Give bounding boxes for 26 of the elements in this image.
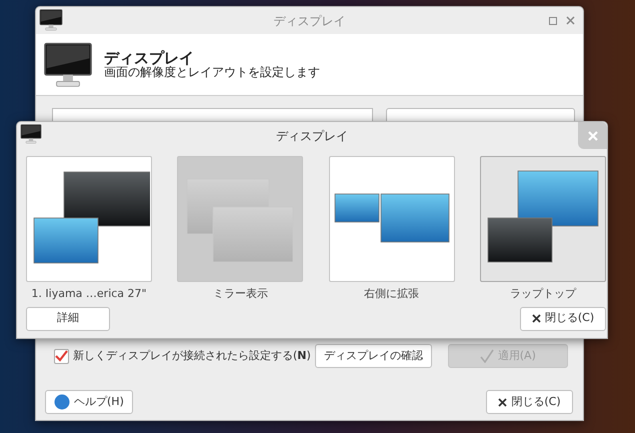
close-icon	[588, 130, 598, 140]
option-label: 1. Iiyama …erica 27"	[31, 286, 147, 302]
header-subtitle: 画面の解像度とレイアウトを設定します	[104, 66, 320, 79]
option-label: ラップトップ	[510, 286, 576, 302]
close-icon[interactable]	[566, 16, 575, 25]
checkbox[interactable]	[54, 348, 69, 364]
maximize-icon[interactable]	[549, 17, 557, 25]
help-button[interactable]: ヘルプ(H)	[45, 390, 133, 414]
monitor-icon	[39, 9, 63, 31]
close-button[interactable]: 閉じる(C)	[520, 306, 606, 330]
close-icon	[498, 398, 508, 406]
close-icon	[532, 314, 541, 323]
help-icon	[54, 394, 70, 410]
option-label: ミラー表示	[212, 286, 268, 302]
close-button[interactable]: 閉じる(C)	[486, 390, 573, 414]
details-button[interactable]: 詳細	[26, 306, 110, 330]
monitor-icon	[42, 42, 94, 88]
dialog-title: ディスプレイ	[276, 128, 348, 144]
close-button[interactable]	[578, 122, 607, 149]
monitor-icon	[20, 124, 42, 144]
checkbox-label[interactable]: 新しくディスプレイが接続されたら設定する(N)	[73, 348, 311, 364]
check-icon	[480, 349, 494, 363]
identify-button[interactable]: ディスプレイの確認	[314, 344, 432, 368]
header-title: ディスプレイ	[104, 50, 195, 66]
window-title: ディスプレイ	[274, 12, 346, 30]
option-label: 右側に拡張	[364, 286, 420, 302]
